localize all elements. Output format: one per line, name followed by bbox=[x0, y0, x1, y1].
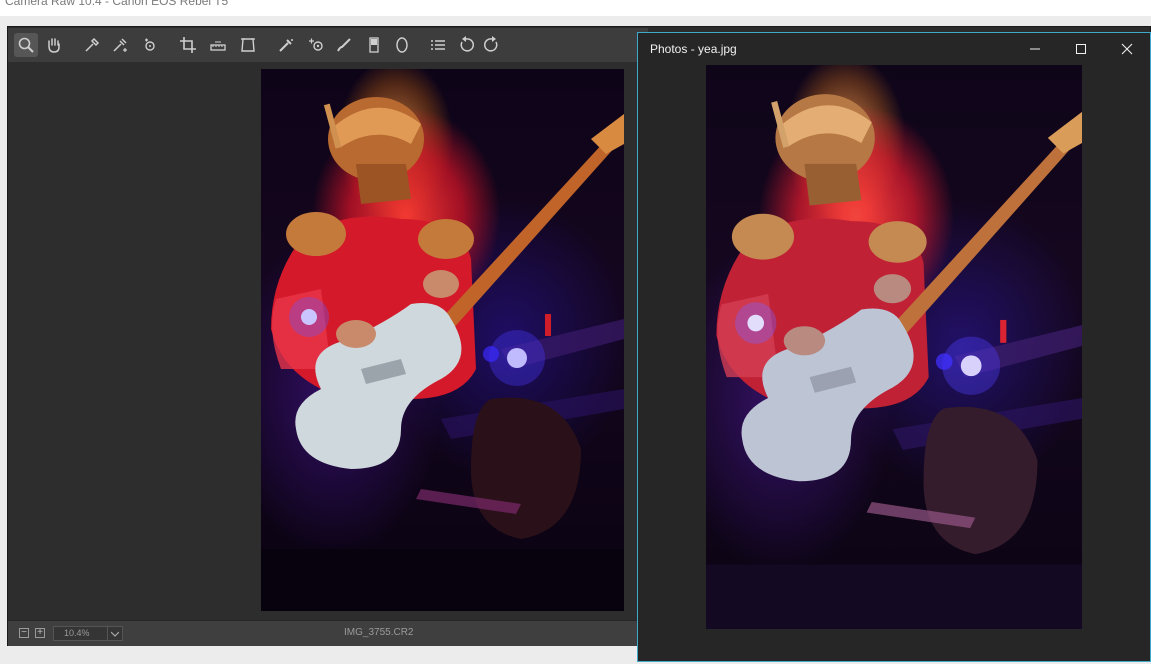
zoom-in-button[interactable]: + bbox=[35, 628, 45, 638]
image-filename: IMG_3755.CR2 bbox=[344, 627, 414, 638]
color-sampler-tool-button[interactable] bbox=[108, 33, 132, 57]
zoom-level-select[interactable]: 10.4% bbox=[53, 626, 123, 641]
zoom-tool-button[interactable] bbox=[14, 33, 38, 57]
close-icon bbox=[1121, 43, 1133, 54]
hand-tool-button[interactable] bbox=[42, 33, 66, 57]
zoom-level-value: 10.4% bbox=[64, 628, 90, 638]
adjustment-brush-icon bbox=[337, 38, 351, 52]
red-eye-tool-button[interactable] bbox=[304, 33, 328, 57]
camera-raw-statusbar: − + 10.4% IMG_3755.CR2 bbox=[8, 620, 648, 646]
graduated-filter-icon bbox=[369, 37, 379, 53]
rotate-left-icon bbox=[460, 36, 474, 52]
radial-filter-tool-button[interactable] bbox=[390, 33, 414, 57]
spot-removal-tool-button[interactable] bbox=[274, 33, 298, 57]
camera-raw-title: Camera Raw 10.4 - Canon EOS Rebel T5 bbox=[5, 0, 229, 8]
photos-viewer-image[interactable] bbox=[706, 65, 1082, 629]
straighten-tool-button[interactable] bbox=[206, 33, 230, 57]
straighten-icon bbox=[210, 41, 226, 51]
crop-tool-button[interactable] bbox=[176, 33, 200, 57]
graduated-filter-tool-button[interactable] bbox=[362, 33, 386, 57]
rotate-right-icon bbox=[484, 36, 498, 52]
transform-icon bbox=[241, 38, 255, 52]
raw-preview-image[interactable] bbox=[261, 69, 624, 611]
color-sampler-icon bbox=[113, 38, 127, 52]
minimize-button[interactable] bbox=[1012, 33, 1058, 64]
concert-photo-graphic bbox=[261, 97, 624, 611]
preferences-list-icon bbox=[431, 40, 445, 50]
minimize-icon bbox=[1030, 48, 1040, 49]
targeted-adjustment-icon bbox=[145, 38, 155, 51]
zoom-out-button[interactable]: − bbox=[19, 628, 29, 638]
zoom-icon bbox=[18, 37, 34, 53]
transform-tool-button[interactable] bbox=[236, 33, 260, 57]
white-balance-icon bbox=[85, 37, 100, 52]
photos-window-title: Photos - yea.jpg bbox=[650, 42, 737, 56]
radial-filter-icon bbox=[396, 37, 408, 53]
camera-raw-titlebar: Camera Raw 10.4 - Canon EOS Rebel T5 bbox=[0, 0, 1151, 16]
rotate-right-button[interactable] bbox=[480, 33, 504, 57]
maximize-button[interactable] bbox=[1058, 33, 1104, 64]
preferences-list-button[interactable] bbox=[426, 33, 450, 57]
red-eye-icon bbox=[309, 38, 323, 51]
adjustment-brush-tool-button[interactable] bbox=[332, 33, 356, 57]
camera-raw-toolbar bbox=[8, 28, 648, 62]
concert-photo-graphic bbox=[706, 94, 1082, 629]
maximize-icon bbox=[1076, 43, 1086, 54]
rotate-left-button[interactable] bbox=[454, 33, 478, 57]
chevron-down-icon[interactable] bbox=[107, 627, 122, 640]
close-button[interactable] bbox=[1104, 33, 1150, 64]
hand-icon bbox=[48, 38, 60, 53]
white-balance-tool-button[interactable] bbox=[80, 33, 104, 57]
targeted-adjustment-tool-button[interactable] bbox=[138, 33, 162, 57]
spot-removal-icon bbox=[279, 39, 293, 52]
crop-icon bbox=[180, 37, 196, 53]
